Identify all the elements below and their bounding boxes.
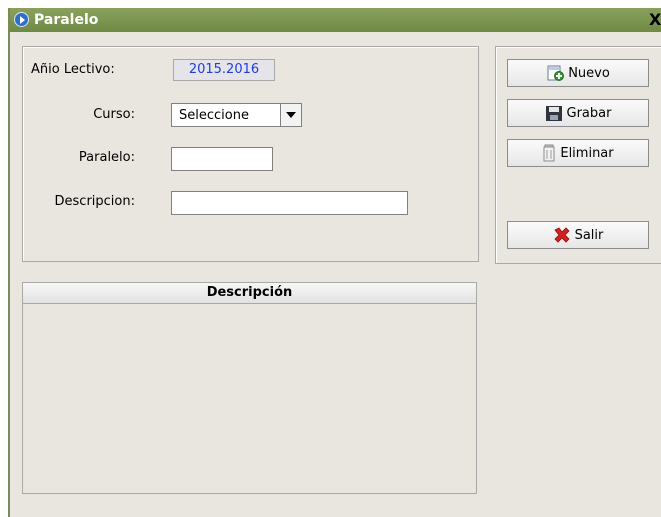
window-title: Paralelo <box>34 12 99 28</box>
eliminar-button-label: Eliminar <box>560 145 614 161</box>
descripcion-label: Descripcion: <box>54 194 135 209</box>
column-header-descripcion[interactable]: Descripción <box>23 283 476 304</box>
paralelo-table[interactable]: Descripción <box>22 282 477 494</box>
descripcion-input[interactable] <box>171 191 408 215</box>
curso-select[interactable]: Seleccione <box>171 103 302 127</box>
salir-button[interactable]: Salir <box>507 221 649 249</box>
grabar-button-label: Grabar <box>566 105 612 121</box>
trash-icon <box>542 144 556 162</box>
anio-lectivo-label: Añio Lectivo: <box>31 62 115 77</box>
title-bar: Paralelo X <box>10 8 661 32</box>
app-icon <box>14 12 29 27</box>
floppy-disk-icon <box>545 105 563 122</box>
grabar-button[interactable]: Grabar <box>507 99 649 127</box>
actions-panel: Nuevo Grabar Eliminar Salir <box>495 46 661 264</box>
paralelo-window: Paralelo X Añio Lectivo: 2015.2016 Curso… <box>8 8 661 517</box>
paralelo-label: Paralelo: <box>78 150 135 165</box>
curso-selected-value: Seleccione <box>179 108 249 123</box>
close-button[interactable]: X <box>649 10 661 30</box>
eliminar-button[interactable]: Eliminar <box>507 139 649 167</box>
add-document-icon <box>546 65 565 81</box>
nuevo-button[interactable]: Nuevo <box>507 59 649 87</box>
chevron-down-icon[interactable] <box>280 104 301 126</box>
form-panel: Añio Lectivo: 2015.2016 Curso: Seleccion… <box>22 46 479 262</box>
red-x-icon <box>553 227 571 243</box>
nuevo-button-label: Nuevo <box>568 65 610 81</box>
paralelo-input[interactable] <box>171 147 273 171</box>
anio-lectivo-value: 2015.2016 <box>173 59 275 81</box>
curso-label: Curso: <box>93 107 135 122</box>
salir-button-label: Salir <box>574 227 604 243</box>
